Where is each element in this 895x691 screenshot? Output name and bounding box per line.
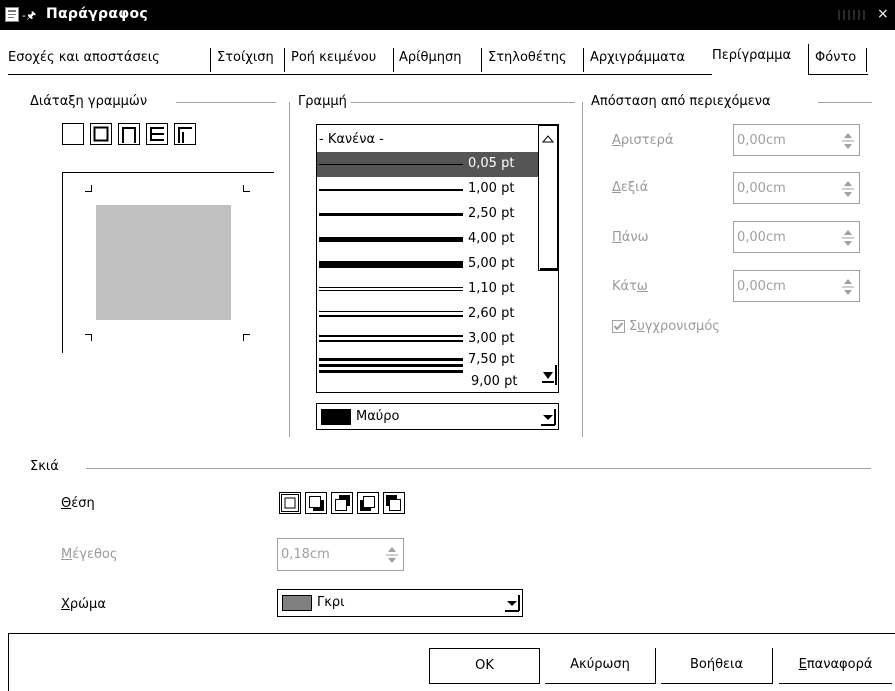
titlebar-decoration (838, 10, 868, 20)
button-bar-edge (8, 633, 9, 691)
group-rule (818, 102, 872, 103)
spacing-left-field[interactable]: 0,00cm (733, 124, 860, 156)
spacing-bottom-field[interactable]: 0,00cm (733, 270, 860, 302)
help-button[interactable]: Βοήθεια (661, 648, 773, 684)
group-rule (86, 468, 871, 469)
preset-top-mid-bottom-icon[interactable] (146, 123, 168, 145)
line-style-item[interactable]: 5,00 pt (317, 252, 541, 277)
shadow-color-label: Χρώμα (61, 597, 106, 612)
group-rule (348, 102, 575, 103)
pin-icon[interactable]: -🖈 (22, 7, 36, 26)
shadow-none-icon[interactable] (279, 492, 301, 514)
spacing-left-label: Αριστερά (612, 133, 674, 148)
preview-left-edge (62, 172, 63, 353)
spin-arrows-icon[interactable] (841, 227, 855, 249)
spacing-bottom-label: Κάτω (612, 279, 648, 294)
chevron-down-icon[interactable] (504, 594, 520, 612)
line-style-item[interactable]: 9,00 pt (317, 374, 541, 392)
shadow-size-field[interactable]: 0,18cm (277, 538, 404, 571)
paragraph-dialog: -🖈 Παράγραφος × Εσοχές και αποστάσεις Στ… (0, 0, 895, 691)
tab-baseline (808, 74, 868, 75)
line-arrangement-legend: Διάταξη γραμμών (30, 94, 152, 109)
shadow-color-swatch (282, 595, 312, 611)
tab-baseline (8, 74, 712, 75)
tab-separator (583, 48, 584, 72)
preset-top-sides-icon[interactable] (118, 123, 140, 145)
cancel-button[interactable]: Ακύρωση (545, 648, 656, 684)
shadow-bottom-left-icon[interactable] (357, 492, 379, 514)
ok-button[interactable]: OK (429, 648, 540, 684)
shadow-top-right-icon[interactable] (331, 492, 353, 514)
tab-tabs[interactable]: Στηλοθέτης (488, 44, 567, 72)
tab-indents-spacing[interactable]: Εσοχές και αποστάσεις (8, 44, 160, 72)
line-style-item[interactable]: 4,00 pt (317, 227, 541, 252)
shadow-bottom-right-icon[interactable] (305, 492, 327, 514)
reset-button[interactable]: Επαναφορά (779, 648, 892, 684)
shadow-size-label: Μέγεθος (61, 547, 118, 562)
preset-left-top-icon[interactable] (174, 123, 196, 145)
preview-corner-mark (243, 185, 250, 192)
line-color-swatch (321, 409, 351, 425)
group-divider (289, 102, 290, 437)
line-style-item[interactable]: - Κανένα - (317, 128, 541, 153)
line-list-scrollbar[interactable] (538, 125, 558, 392)
shadow-top-left-icon[interactable] (383, 492, 405, 514)
tab-numbering[interactable]: Αρίθμηση (399, 44, 462, 72)
tab-separator (866, 48, 867, 72)
shadow-color-value: Γκρι (317, 595, 345, 610)
tab-alignment[interactable]: Στοίχιση (217, 44, 274, 72)
tab-bar: Εσοχές και αποστάσεις Στοίχιση Ροή κειμέ… (0, 44, 895, 74)
tab-drop-caps[interactable]: Αρχιγράμματα (590, 44, 685, 72)
spin-arrows-icon[interactable] (841, 130, 855, 152)
line-style-item[interactable]: 2,50 pt (317, 202, 541, 227)
button-bar-separator (8, 633, 895, 634)
spacing-right-label: Δεξιά (612, 180, 649, 195)
tab-separator (808, 44, 809, 74)
preset-none-icon[interactable] (62, 123, 84, 145)
spacing-right-field[interactable]: 0,00cm (733, 172, 860, 204)
tab-separator (481, 48, 482, 72)
spacing-top-field[interactable]: 0,00cm (733, 221, 860, 253)
tab-borders[interactable]: Περίγραμμα (712, 42, 791, 70)
group-rule (176, 102, 276, 103)
preview-corner-mark (85, 185, 92, 192)
spin-arrows-icon[interactable] (385, 544, 399, 566)
tab-separator (210, 48, 211, 72)
preset-box-icon[interactable] (90, 123, 112, 145)
line-style-item[interactable]: 2,60 pt (317, 302, 541, 327)
spacing-top-label: Πάνω (612, 230, 649, 245)
shadow-color-select[interactable]: Γκρι (277, 589, 523, 617)
shadow-legend: Σκιά (30, 459, 63, 474)
line-style-item[interactable]: 1,10 pt (317, 277, 541, 302)
line-color-value: Μαύρο (356, 409, 400, 424)
spacing-legend: Απόσταση από περιεχόμενα (591, 94, 775, 109)
line-style-item[interactable]: 0,05 pt (317, 152, 541, 177)
preview-top-edge (62, 172, 274, 173)
line-legend: Γραμμή (298, 94, 351, 109)
checkmark-icon[interactable] (612, 320, 625, 333)
preview-corner-mark (243, 334, 250, 341)
line-style-list[interactable]: - Κανένα - 0,05 pt 1,00 pt 2,50 pt 4,00 … (316, 124, 559, 393)
tab-separator (284, 48, 285, 72)
app-icon (5, 7, 19, 22)
preview-corner-mark (85, 334, 92, 341)
tab-background[interactable]: Φόντο (815, 44, 856, 72)
tab-text-flow[interactable]: Ροή κειμένου (291, 44, 376, 72)
spin-arrows-icon[interactable] (841, 276, 855, 298)
shadow-position-label: Θέση (61, 496, 95, 511)
line-style-item[interactable]: 1,00 pt (317, 177, 541, 202)
tab-separator (393, 48, 394, 72)
sync-label: Συγχρονισμός (629, 319, 720, 334)
close-icon[interactable]: × (877, 6, 889, 22)
group-divider (582, 102, 583, 437)
line-style-item[interactable]: 3,00 pt (317, 327, 541, 352)
title-bar[interactable]: -🖈 Παράγραφος × (0, 0, 895, 30)
line-color-select[interactable]: Μαύρο (316, 403, 559, 430)
spin-arrows-icon[interactable] (841, 178, 855, 200)
chevron-down-icon[interactable] (540, 408, 556, 426)
preview-paragraph-block (96, 205, 231, 320)
window-title: Παράγραφος (46, 6, 149, 22)
